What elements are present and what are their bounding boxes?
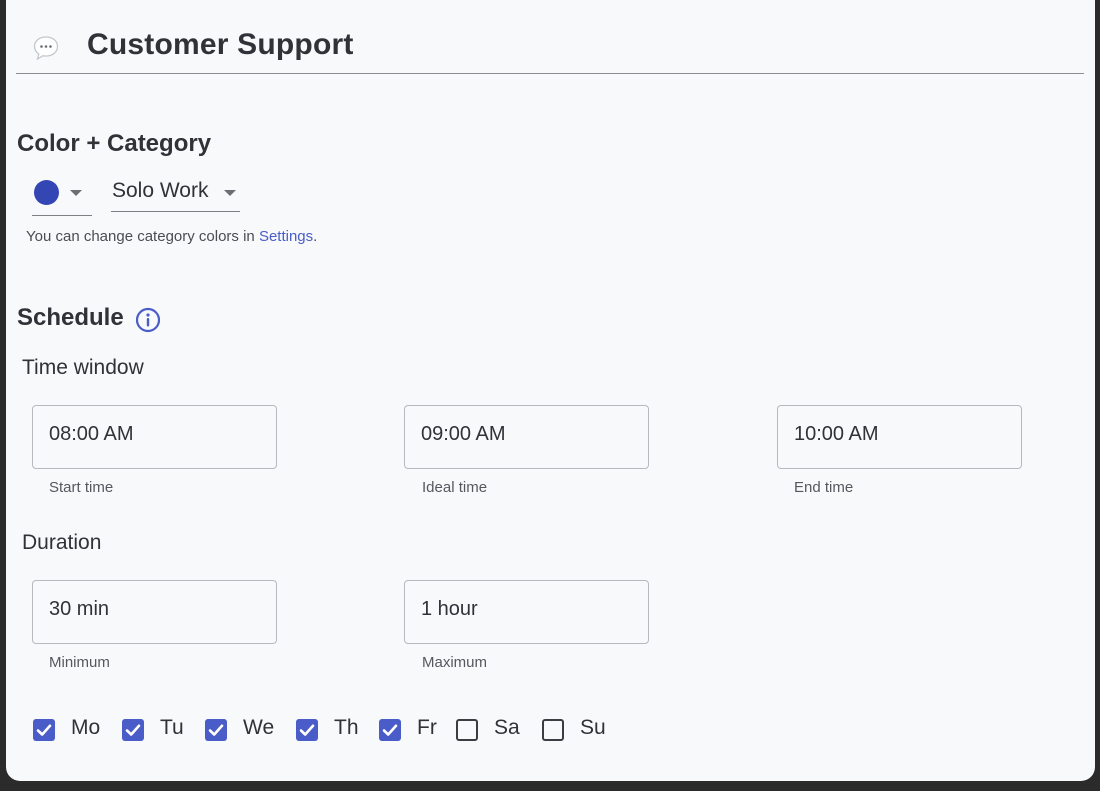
chevron-down-icon: [70, 190, 82, 196]
chevron-down-icon: [224, 190, 236, 196]
checkbox-checked-icon[interactable]: [122, 719, 144, 741]
ideal-time-input[interactable]: [421, 423, 631, 446]
checkbox-checked-icon[interactable]: [205, 719, 227, 741]
minimum-duration-input[interactable]: [49, 598, 259, 621]
hint-text: You can change category colors in: [26, 228, 259, 245]
maximum-duration-input[interactable]: [421, 598, 631, 621]
maximum-duration-helper: Maximum: [422, 654, 488, 671]
day-label: Su: [580, 716, 606, 739]
minimum-duration-helper: Minimum: [49, 654, 110, 671]
checkbox-checked-icon[interactable]: [296, 719, 318, 741]
maximum-duration-field[interactable]: [404, 580, 649, 644]
end-time-input[interactable]: [794, 423, 1004, 446]
end-time-helper: End time: [794, 479, 854, 496]
start-time-field[interactable]: [32, 405, 277, 469]
category-select[interactable]: Solo Work: [111, 176, 240, 212]
day-label: Fr: [417, 716, 437, 739]
color-category-heading: Color + Category: [17, 130, 212, 157]
day-label: We: [243, 716, 275, 739]
checkbox-unchecked-icon[interactable]: [542, 719, 564, 741]
day-label: Mo: [71, 716, 101, 739]
page-title: Customer Support: [87, 28, 354, 61]
start-time-input[interactable]: [49, 423, 259, 446]
color-select[interactable]: [32, 176, 92, 216]
duration-label: Duration: [22, 531, 102, 554]
checkbox-unchecked-icon[interactable]: [456, 719, 478, 741]
ideal-time-helper: Ideal time: [422, 479, 488, 496]
schedule-heading: Schedule: [17, 304, 124, 331]
page-header: Customer Support: [16, 22, 1084, 74]
time-window-label: Time window: [22, 356, 144, 379]
app-window: Customer Support Color + Category Solo W…: [6, 0, 1095, 781]
ideal-time-field[interactable]: [404, 405, 649, 469]
hint-end: .: [313, 228, 318, 245]
checkbox-checked-icon[interactable]: [33, 719, 55, 741]
category-hint: You can change category colors in Settin…: [26, 228, 317, 245]
day-label: Sa: [494, 716, 520, 739]
minimum-duration-field[interactable]: [32, 580, 277, 644]
speech-bubble-icon: [33, 36, 59, 61]
start-time-helper: Start time: [49, 479, 114, 496]
day-label: Tu: [160, 716, 184, 739]
info-icon[interactable]: [135, 307, 161, 333]
checkbox-checked-icon[interactable]: [379, 719, 401, 741]
color-swatch: [34, 180, 59, 205]
category-value: Solo Work: [112, 179, 209, 202]
settings-link[interactable]: Settings: [259, 228, 313, 245]
day-label: Th: [334, 716, 359, 739]
end-time-field[interactable]: [777, 405, 1022, 469]
